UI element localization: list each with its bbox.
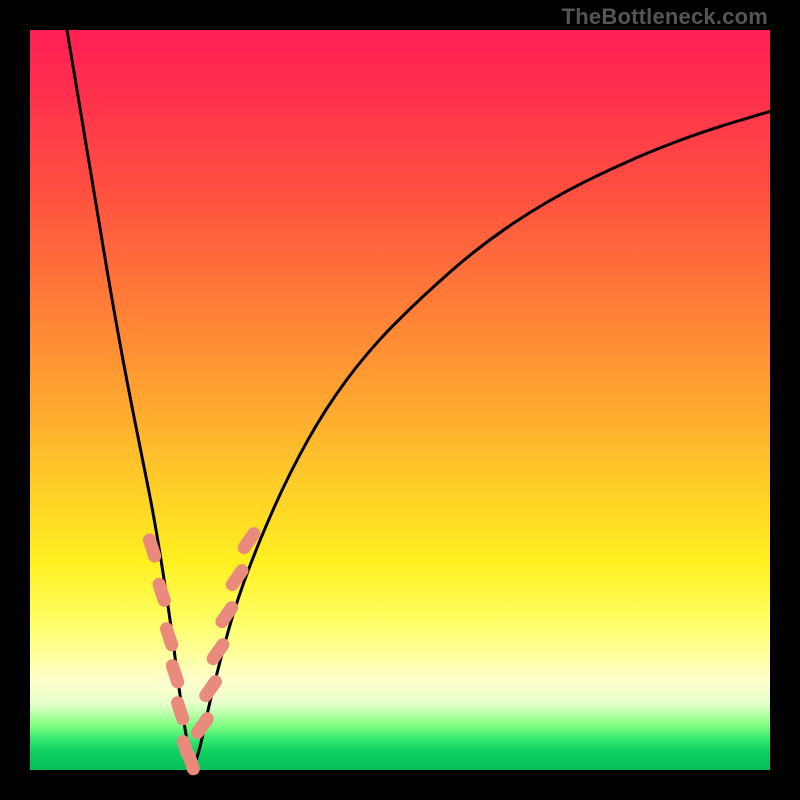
highlight-dash [204,636,232,668]
plot-area [30,30,770,770]
highlight-dash [164,658,186,691]
chart-frame: TheBottleneck.com [0,0,800,800]
highlight-dash [158,621,180,654]
curve-path-group [67,30,770,770]
highlight-dash [169,695,191,728]
highlight-dash [213,599,241,631]
bottleneck-curve [67,30,770,770]
highlight-dash [151,576,173,609]
chart-svg [30,30,770,770]
highlight-dash [197,673,225,705]
highlight-dash [188,710,216,742]
attribution-text: TheBottleneck.com [562,4,768,30]
